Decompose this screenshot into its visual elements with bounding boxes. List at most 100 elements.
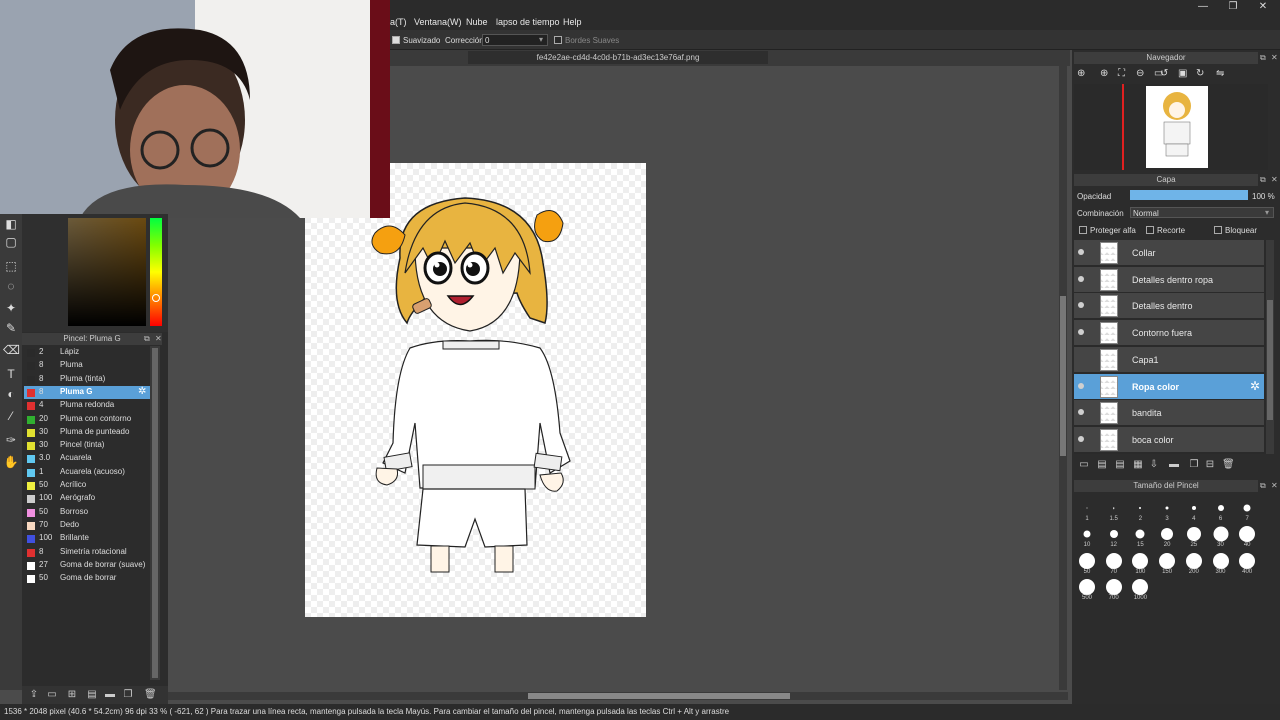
navigator-close-icon[interactable]: ✕ bbox=[1271, 53, 1278, 62]
brush-item[interactable]: 8 Pluma bbox=[24, 359, 150, 372]
visibility-icon[interactable] bbox=[1078, 275, 1084, 282]
vertical-scrollbar[interactable] bbox=[1059, 66, 1067, 690]
hue-slider-handle[interactable] bbox=[152, 294, 160, 302]
brush-size-option[interactable]: 25 bbox=[1181, 526, 1207, 552]
document-icon[interactable]: ▤ bbox=[86, 689, 98, 701]
layer-row[interactable]: Capa1 bbox=[1074, 346, 1264, 373]
visibility-icon[interactable] bbox=[1078, 435, 1084, 442]
visibility-icon[interactable] bbox=[1078, 409, 1084, 416]
layers-scrollbar[interactable] bbox=[1266, 240, 1274, 454]
brush-size-option[interactable]: 1 bbox=[1074, 500, 1100, 526]
brush-size-option[interactable]: 2 bbox=[1127, 500, 1153, 526]
fit-screen-icon[interactable]: ⛶ bbox=[1118, 68, 1125, 79]
menu-item-window[interactable]: Ventana(W) bbox=[414, 17, 462, 27]
menu-item-tool[interactable]: a(T) bbox=[390, 17, 407, 27]
brush-size-option[interactable]: 15 bbox=[1127, 526, 1153, 552]
brush-item[interactable]: 27 Goma de borrar (suave) bbox=[24, 559, 150, 572]
layer-row[interactable]: Ropa color ✲ bbox=[1074, 373, 1264, 400]
eyedropper-icon[interactable]: ⁄ bbox=[3, 408, 19, 424]
brush-size-option[interactable]: 1000 bbox=[1127, 578, 1153, 605]
new-layer-8bit-icon[interactable]: ▤ bbox=[1096, 459, 1108, 471]
fill-icon[interactable]: ◐ bbox=[3, 386, 19, 402]
navigator-undock-icon[interactable]: ⧉ bbox=[1260, 53, 1266, 63]
correction-select[interactable]: 0 ▾ bbox=[482, 34, 548, 46]
layer-row[interactable]: Detalles dentro bbox=[1074, 293, 1264, 320]
brush-size-option[interactable]: 10 bbox=[1074, 526, 1100, 552]
brush-item[interactable]: 3.0 Acuarela bbox=[24, 452, 150, 465]
zoom-in-icon[interactable]: ⊕ bbox=[1100, 68, 1108, 79]
brush-list-scrollbar-thumb[interactable] bbox=[152, 348, 158, 678]
brush-item[interactable]: 50 Goma de borrar bbox=[24, 572, 150, 585]
brush-size-option[interactable]: 30 bbox=[1208, 526, 1234, 552]
merge-layer-icon[interactable]: ⊟ bbox=[1204, 459, 1216, 471]
brush-item[interactable]: 50 Acrílico bbox=[24, 479, 150, 492]
visibility-icon[interactable] bbox=[1078, 382, 1084, 389]
smoothing-checkbox[interactable] bbox=[392, 36, 400, 44]
layer-row[interactable]: Contorno fuera bbox=[1074, 320, 1264, 347]
lock-checkbox[interactable] bbox=[1214, 226, 1222, 234]
duplicate-icon[interactable]: ❐ bbox=[122, 689, 134, 701]
flip-icon[interactable]: ⇋ bbox=[1216, 68, 1224, 79]
menu-item-help[interactable]: Help bbox=[563, 17, 582, 27]
close-icon[interactable]: ✕ bbox=[1256, 1, 1270, 13]
lasso-icon[interactable]: ◌ bbox=[3, 278, 19, 294]
brush-item[interactable]: 4 Pluma redonda bbox=[24, 399, 150, 412]
brush-size-option[interactable]: 50 bbox=[1074, 552, 1100, 579]
brush-size-undock-icon[interactable]: ⧉ bbox=[1260, 481, 1266, 491]
horizontal-scrollbar[interactable] bbox=[168, 692, 1068, 700]
magic-wand-icon[interactable]: ✦ bbox=[3, 300, 19, 316]
text-icon[interactable]: T bbox=[3, 366, 19, 382]
delete-layer-icon[interactable]: 🗑 bbox=[1222, 459, 1235, 471]
new-brush-icon[interactable]: ▭ bbox=[46, 689, 58, 701]
select-rect-icon[interactable]: ⬚ bbox=[3, 258, 19, 274]
horizontal-scrollbar-thumb[interactable] bbox=[528, 693, 790, 699]
brush-size-option[interactable]: 70 bbox=[1101, 552, 1127, 579]
brush-list-scrollbar[interactable] bbox=[150, 346, 160, 680]
new-layer-halftone-icon[interactable]: ▦ bbox=[1132, 459, 1144, 471]
document-tab[interactable]: fe42e2ae-cd4d-4c0d-b71b-ad3ec13e76af.png bbox=[468, 51, 768, 64]
brush-size-option[interactable]: 20 bbox=[1154, 526, 1180, 552]
select-pen-icon[interactable]: ✎ bbox=[3, 320, 19, 336]
brush-size-option[interactable]: 3 bbox=[1154, 500, 1180, 526]
panel-undock-icon[interactable]: ⧉ bbox=[144, 334, 150, 344]
zoom-fit-icon[interactable]: ⊕ bbox=[1077, 68, 1085, 79]
add-brush-icon[interactable]: ⊞ bbox=[66, 689, 78, 701]
import-layer-icon[interactable]: ⇩ bbox=[1148, 459, 1160, 471]
visibility-icon[interactable] bbox=[1078, 329, 1084, 336]
brush-item[interactable]: 70 Dedo bbox=[24, 519, 150, 532]
menu-item-cloud[interactable]: Nube bbox=[466, 17, 488, 27]
layer-row[interactable]: boca color bbox=[1074, 426, 1264, 453]
gear-icon[interactable]: ✲ bbox=[138, 386, 146, 397]
duplicate-layer-icon[interactable]: ❐ bbox=[1188, 459, 1200, 471]
fill-bucket-icon[interactable]: ◧ bbox=[3, 216, 19, 232]
protect-alpha-checkbox[interactable] bbox=[1079, 226, 1087, 234]
minimize-icon[interactable]: — bbox=[1196, 1, 1210, 13]
brush-size-option[interactable]: 100 bbox=[1127, 552, 1153, 579]
new-layer-1bit-icon[interactable]: ▤ bbox=[1114, 459, 1126, 471]
brush-item[interactable]: 20 Pluma con contorno bbox=[24, 413, 150, 426]
new-layer-icon[interactable]: ▭ bbox=[1078, 459, 1090, 471]
brush-item[interactable]: 1 Acuarela (acuoso) bbox=[24, 466, 150, 479]
trash-icon[interactable]: 🗑 bbox=[144, 689, 157, 701]
brush-item[interactable]: 30 Pluma de punteado bbox=[24, 426, 150, 439]
rotate-left-icon[interactable]: ↺ bbox=[1160, 68, 1168, 79]
reset-view-icon[interactable]: ▣ bbox=[1178, 68, 1187, 79]
upload-icon[interactable]: ⇪ bbox=[28, 689, 40, 701]
opacity-slider[interactable] bbox=[1130, 190, 1248, 200]
brush-item[interactable]: 2 Lápiz bbox=[24, 346, 150, 359]
drawing-canvas[interactable] bbox=[305, 163, 646, 617]
square-icon[interactable]: ▢ bbox=[3, 234, 19, 250]
brush-size-option[interactable]: 150 bbox=[1154, 552, 1180, 579]
brush-size-option[interactable]: 400 bbox=[1234, 552, 1260, 579]
brush-size-option[interactable]: 200 bbox=[1181, 552, 1207, 579]
visibility-icon[interactable] bbox=[1078, 302, 1084, 309]
brush-item[interactable]: 100 Brillante bbox=[24, 532, 150, 545]
brush-item[interactable]: 50 Borroso bbox=[24, 506, 150, 519]
brush-size-option[interactable]: 500 bbox=[1074, 578, 1100, 605]
restore-icon[interactable]: ❐ bbox=[1226, 1, 1240, 13]
brush-item[interactable]: 8 Pluma (tinta) bbox=[24, 373, 150, 386]
gear-icon[interactable]: ✲ bbox=[1250, 379, 1260, 393]
brush-size-option[interactable]: 6 bbox=[1208, 500, 1234, 526]
brush-item[interactable]: 8 Pluma G ✲ bbox=[24, 385, 150, 399]
menu-item-timelapse[interactable]: lapso de tiempo bbox=[496, 17, 560, 27]
